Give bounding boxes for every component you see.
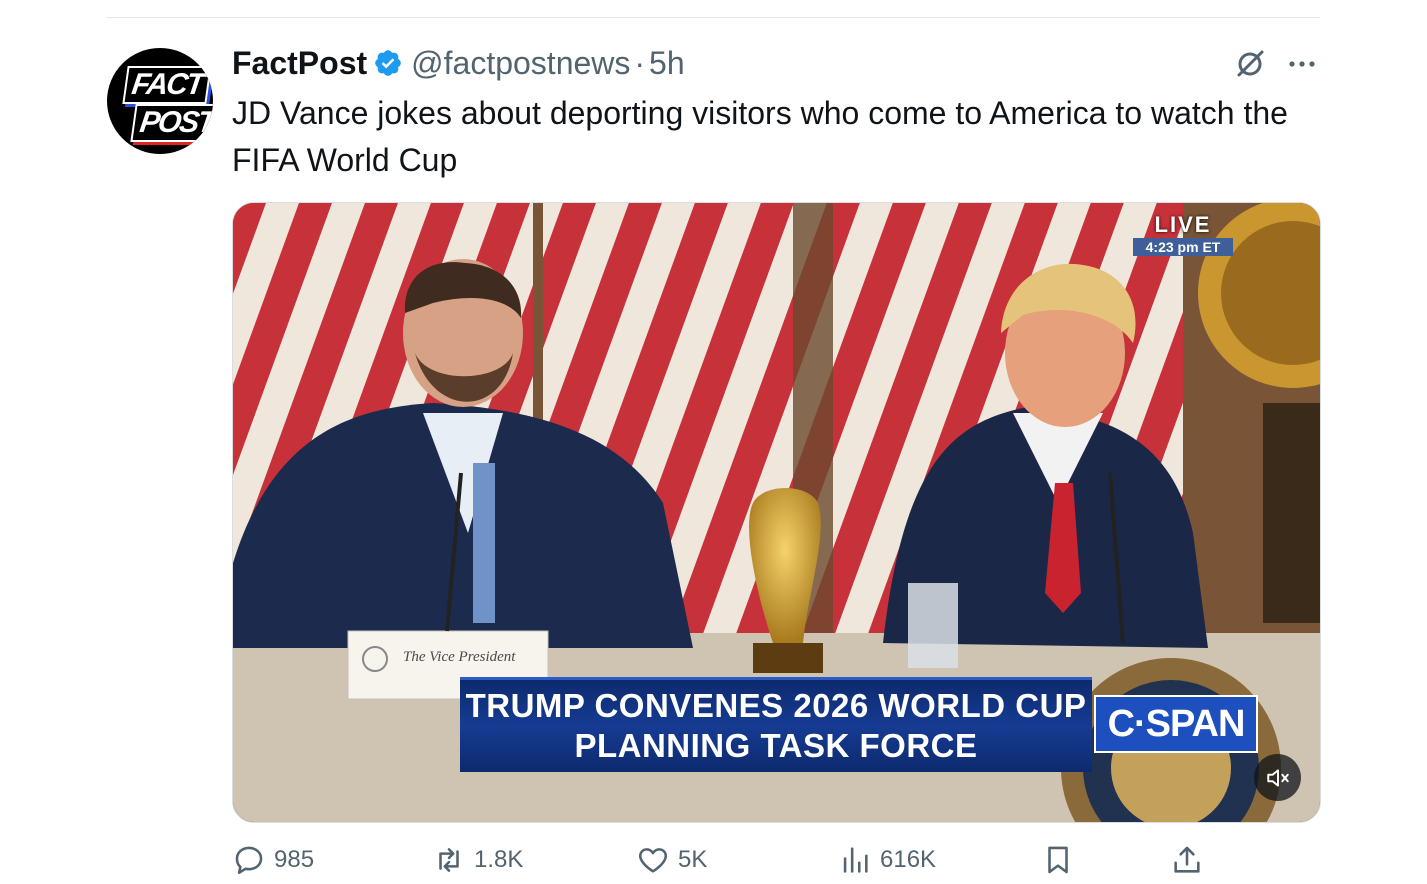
separator: · bbox=[634, 44, 646, 81]
chyron-line-1: TRUMP CONVENES 2026 WORLD CUP bbox=[465, 687, 1087, 724]
more-icon[interactable] bbox=[1284, 48, 1320, 80]
bookmark-button[interactable] bbox=[1041, 838, 1075, 882]
speaker-muted-icon bbox=[1266, 768, 1289, 787]
share-button[interactable] bbox=[1170, 838, 1204, 882]
view-count: 616K bbox=[880, 846, 937, 873]
avatar-text-post: POST bbox=[130, 104, 213, 142]
action-bar: 985 1.8K 5K 616K bbox=[232, 838, 1322, 882]
display-name[interactable]: FactPost bbox=[232, 45, 367, 82]
share-icon bbox=[1174, 846, 1200, 873]
live-label: LIVE bbox=[1154, 212, 1212, 237]
tweet-header: FactPost @factpostnews · 5h bbox=[232, 40, 685, 86]
video-player[interactable]: The Vice President LIVE 4:23 pm ET TRUMP… bbox=[232, 202, 1321, 823]
views-button[interactable]: 616K bbox=[838, 838, 936, 882]
placard-text: The Vice President bbox=[403, 649, 516, 665]
news-chyron: TRUMP CONVENES 2026 WORLD CUP PLANNING T… bbox=[460, 677, 1092, 772]
reply-button[interactable]: 985 bbox=[232, 838, 314, 882]
mute-button[interactable] bbox=[1254, 754, 1301, 801]
reply-count: 985 bbox=[274, 846, 315, 873]
avatar-text-fact: FACT bbox=[122, 66, 212, 104]
like-count: 5K bbox=[678, 846, 708, 873]
live-time: 4:23 pm ET bbox=[1133, 238, 1233, 256]
reply-icon bbox=[235, 846, 263, 875]
verified-badge-icon bbox=[375, 50, 401, 76]
timestamp[interactable]: 5h bbox=[649, 45, 685, 82]
network-logo: C·SPAN bbox=[1094, 695, 1258, 753]
like-button[interactable]: 5K bbox=[636, 838, 707, 882]
avatar[interactable]: FACT POST bbox=[107, 48, 213, 154]
repost-count: 1.8K bbox=[474, 846, 524, 873]
views-icon bbox=[843, 847, 868, 873]
chyron-line-2: PLANNING TASK FORCE bbox=[574, 727, 978, 764]
live-badge: LIVE 4:23 pm ET bbox=[1133, 213, 1233, 256]
handle[interactable]: @factpostnews bbox=[411, 45, 630, 82]
repost-button[interactable]: 1.8K bbox=[432, 838, 523, 882]
top-divider bbox=[107, 17, 1320, 18]
tweet-text: JD Vance jokes about deporting visitors … bbox=[232, 95, 1288, 178]
bookmark-icon bbox=[1048, 846, 1068, 874]
grok-icon[interactable] bbox=[1232, 46, 1268, 82]
repost-icon bbox=[439, 848, 459, 872]
heart-icon bbox=[638, 848, 668, 873]
